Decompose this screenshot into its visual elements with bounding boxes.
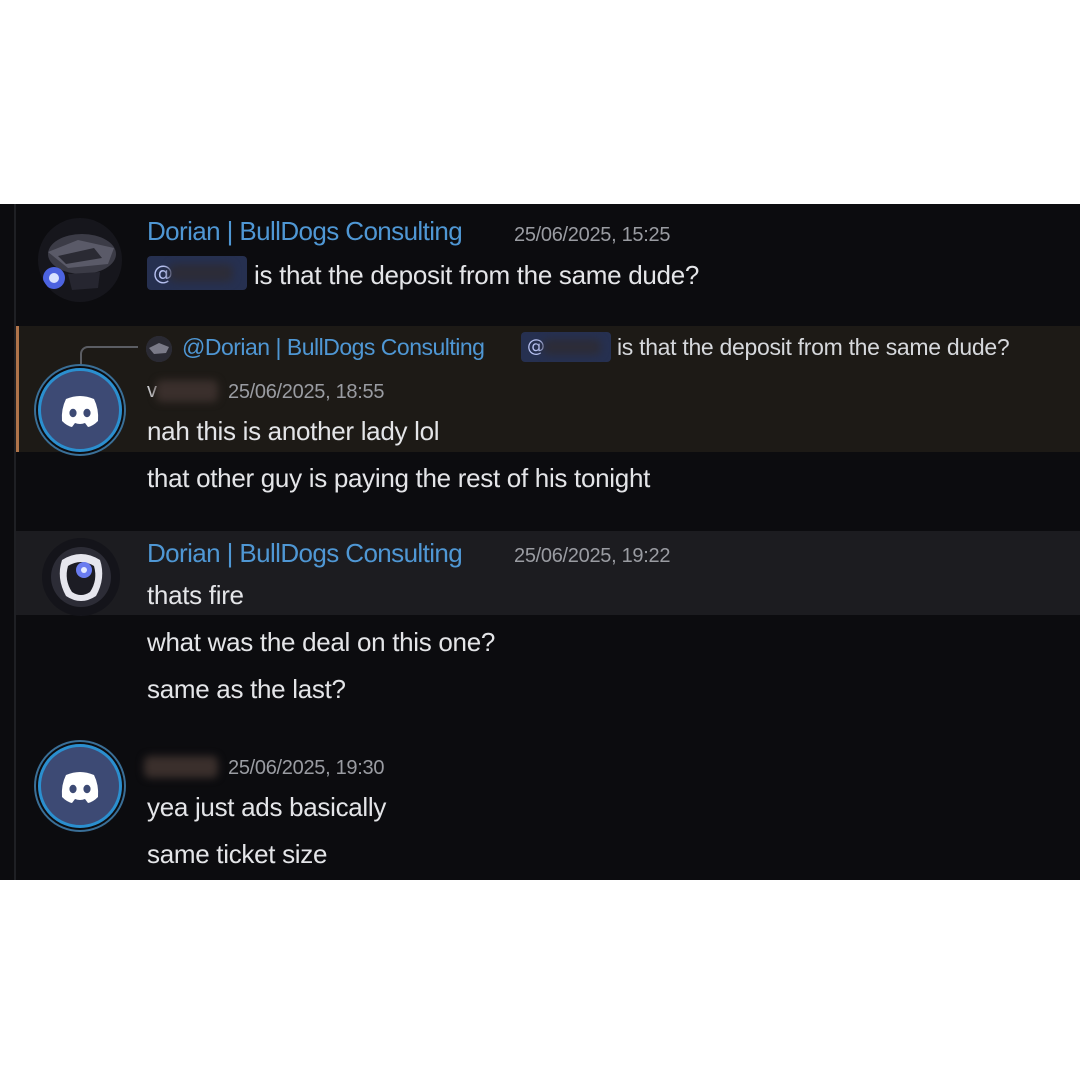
chat-panel: Dorian | BullDogs Consulting 25/06/2025,…: [0, 204, 1080, 880]
reply-highlight-bar: [16, 326, 19, 452]
avatar-dorian[interactable]: [42, 538, 120, 616]
message-timestamp: 25/06/2025, 18:55: [228, 381, 385, 403]
message-timestamp: 25/06/2025, 19:30: [228, 757, 385, 779]
message-text: thats fire: [147, 580, 244, 610]
reply-text: is that the deposit from the same dude?: [617, 334, 1010, 360]
discord-logo-icon: [61, 772, 99, 803]
message-text: yea just ads basically: [147, 792, 387, 822]
robot-mech-icon: [38, 218, 122, 302]
message-author[interactable]: Dorian | BullDogs Consulting: [147, 538, 463, 569]
message-text: is that the deposit from the same dude?: [254, 260, 700, 290]
reply-mention[interactable]: @: [521, 332, 611, 362]
message-text: what was the deal on this one?: [147, 627, 496, 657]
avatar-user[interactable]: [38, 744, 122, 828]
reply-author[interactable]: @Dorian | BullDogs Consulting: [182, 334, 485, 361]
user-mention[interactable]: @: [147, 256, 247, 290]
discord-logo-icon: [61, 396, 99, 427]
message-timestamp: 25/06/2025, 15:25: [514, 224, 671, 246]
robot-mech-icon: [146, 336, 172, 362]
message-text: same ticket size: [147, 839, 328, 869]
reply-avatar-small: [146, 336, 172, 362]
message-author[interactable]: Dorian | BullDogs Consulting: [147, 216, 463, 247]
message-text: that other guy is paying the rest of his…: [147, 463, 651, 493]
reply-connector: [80, 346, 138, 370]
message-timestamp: 25/06/2025, 19:22: [514, 545, 671, 567]
avatar-dorian[interactable]: [38, 218, 122, 302]
robot-mech-icon: [42, 538, 120, 616]
message-text: nah this is another lady lol: [147, 416, 440, 446]
redacted-username: [144, 756, 218, 778]
message-text: same as the last?: [147, 674, 346, 704]
message-author[interactable]: v: [147, 380, 157, 403]
redacted-username: [156, 380, 218, 402]
avatar-user[interactable]: [38, 368, 122, 452]
